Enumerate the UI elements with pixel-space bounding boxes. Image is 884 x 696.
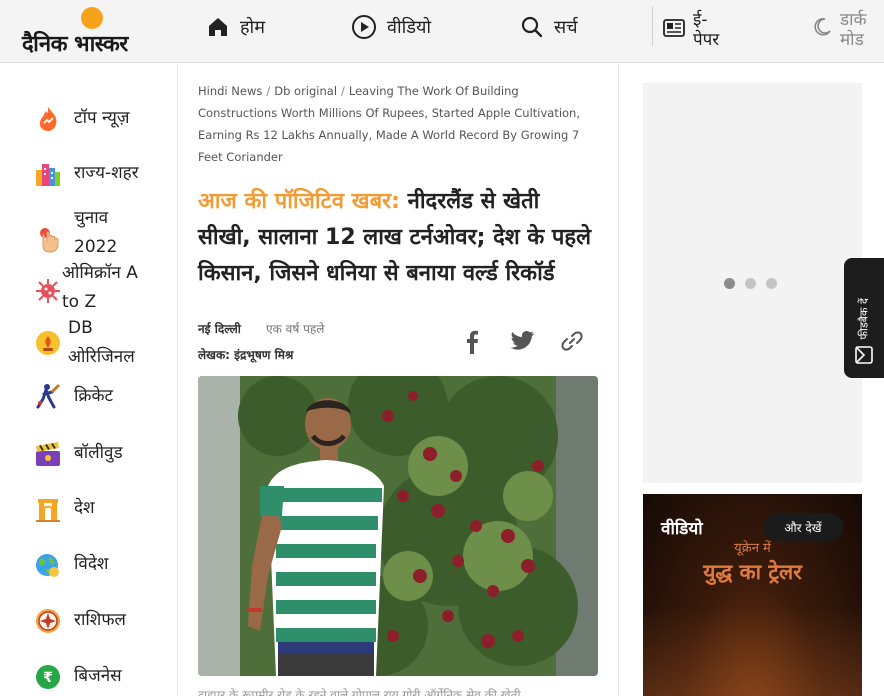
breadcrumb-link[interactable]: Hindi News	[198, 84, 262, 98]
sun-logo-icon	[81, 7, 103, 29]
breadcrumb: Hindi News / Db original / Leaving The Work …	[198, 80, 598, 168]
article-hero-image[interactable]	[198, 376, 598, 676]
video-glow	[643, 606, 862, 696]
sidebar-item-label: बिजनेस	[74, 666, 122, 686]
globe-icon	[36, 553, 59, 577]
city-icon	[36, 163, 60, 186]
sidebar-item-label: ओमिक्रॉन A to Z	[62, 263, 138, 312]
epaper-label-line1: ई-	[693, 10, 708, 30]
moon-icon	[814, 18, 831, 36]
dark-mode-label-line2: मोड	[840, 30, 864, 50]
zodiac-icon	[36, 608, 60, 633]
cricket-icon	[36, 383, 61, 408]
feedback-tab[interactable]: फीडबैक दें	[844, 258, 884, 378]
page: दैनिक भास्कर होम वीडियो सर्च ई- पेपर डार…	[0, 0, 884, 696]
article-headline: आज की पॉजिटिव खबर: नीदरलैंड से खेती सीखी…	[198, 184, 598, 292]
sidebar-item-election[interactable]: चुनाव 2022	[34, 204, 117, 262]
left-sidebar: टॉप न्यूज़ राज्य-शहर चुनाव 2022 ओमिक्रॉन…	[0, 64, 178, 696]
feedback-label: फीडबैक दें	[857, 298, 871, 340]
clapperboard-icon	[36, 441, 60, 466]
headline-kicker: आज की पॉजिटिव खबर:	[198, 189, 400, 214]
epaper-link[interactable]: ई- पेपर	[663, 10, 719, 50]
feedback-envelope-icon	[855, 346, 873, 364]
sidebar-item-db-original[interactable]: DB ओरिजिनल	[34, 314, 135, 372]
article-meta: नई दिल्ली एक वर्ष पहले लेखक: इंद्रभूषण म…	[198, 320, 598, 370]
breadcrumb-link[interactable]: Db original	[274, 84, 337, 98]
brand-name: दैनिक भास्कर	[22, 32, 128, 57]
video-thumbnail-line2: युद्ध का ट्रेलर	[703, 560, 802, 584]
nav-search-label: सर्च	[554, 17, 578, 38]
sidebar-item-label: टॉप न्यूज़	[74, 108, 130, 128]
sidebar-item-label: राशिफल	[74, 610, 126, 630]
carousel-dot[interactable]	[766, 278, 777, 289]
see-more-button[interactable]: और देखें	[763, 513, 843, 541]
image-caption: टाहपुर के रूपमीर रोड के रहने वाले गोपाल …	[198, 688, 521, 696]
video-thumbnail-line1: यूक्रेन में	[734, 541, 771, 556]
sidebar-item-label: बॉलीवुड	[74, 443, 123, 463]
top-header: दैनिक भास्कर होम वीडियो सर्च ई- पेपर डार…	[0, 0, 884, 63]
nav-video[interactable]: वीडियो	[351, 12, 431, 42]
sidebar-item-label: विदेश	[74, 554, 109, 574]
sidebar-item-omicron[interactable]: ओमिक्रॉन A to Z	[34, 259, 138, 317]
publish-time: एक वर्ष पहले	[266, 322, 325, 336]
sidebar-item-label: क्रिकेट	[74, 386, 114, 406]
sidebar-item-cricket[interactable]: क्रिकेट	[34, 382, 113, 411]
header-divider	[652, 6, 653, 46]
farmer-apple-orchard-image	[198, 376, 598, 676]
sidebar-item-state-city[interactable]: राज्य-शहर	[34, 159, 139, 188]
voting-finger-icon	[40, 228, 59, 253]
search-icon	[521, 16, 543, 38]
nav-home[interactable]: होम	[206, 12, 265, 42]
sidebar-item-bollywood[interactable]: बॉलीवुड	[34, 439, 123, 468]
rupee-icon: ₹	[36, 664, 60, 689]
sidebar-item-label: राज्य-शहर	[74, 163, 139, 183]
nav-home-label: होम	[240, 17, 265, 38]
content-divider	[618, 64, 619, 696]
sidebar-item-country[interactable]: देश	[34, 494, 95, 523]
article: Hindi News / Db original / Leaving The Work …	[198, 80, 598, 696]
video-widget[interactable]: वीडियो और देखें यूक्रेन में युद्ध का ट्र…	[643, 494, 862, 696]
dark-mode-label-line1: डार्क	[840, 10, 867, 30]
brand-logo[interactable]: दैनिक भास्कर	[22, 6, 162, 57]
carousel-dots	[724, 278, 777, 289]
sidebar-item-world[interactable]: विदेश	[34, 550, 108, 579]
carousel-dot[interactable]	[724, 278, 735, 289]
breadcrumb-separator: /	[266, 84, 271, 98]
newspaper-icon	[663, 19, 685, 37]
sidebar-item-horoscope[interactable]: राशिफल	[34, 606, 126, 635]
sidebar-item-label: देश	[74, 498, 95, 518]
twitter-icon[interactable]	[511, 330, 535, 352]
home-icon	[209, 18, 227, 36]
facebook-icon[interactable]	[464, 330, 480, 354]
breadcrumb-separator: /	[341, 84, 345, 98]
carousel-dot[interactable]	[745, 278, 756, 289]
sidebar-item-label: DB ओरिजिनल	[68, 318, 135, 367]
svg-text:₹: ₹	[43, 670, 53, 686]
video-widget-title: वीडियो	[661, 519, 703, 539]
nav-video-label: वीडियो	[387, 17, 432, 38]
india-gate-icon	[36, 498, 60, 522]
epaper-label-line2: पेपर	[693, 30, 720, 50]
flame-icon	[39, 106, 57, 131]
play-circle-icon	[352, 15, 376, 39]
link-icon[interactable]	[561, 330, 583, 352]
author-byline: लेखक: इंद्रभूषण मिश्र	[198, 348, 294, 362]
dateline-city: नई दिल्ली	[198, 322, 241, 336]
sidebar-item-business[interactable]: ₹ बिजनेस	[34, 662, 122, 691]
lamp-icon	[36, 331, 60, 355]
sidebar-item-label: चुनाव 2022	[74, 208, 118, 257]
virus-icon	[36, 279, 60, 303]
dark-mode-toggle[interactable]: डार्क मोड	[812, 10, 867, 50]
nav-search[interactable]: सर्च	[520, 12, 578, 42]
sidebar-item-top-news[interactable]: टॉप न्यूज़	[34, 104, 130, 133]
